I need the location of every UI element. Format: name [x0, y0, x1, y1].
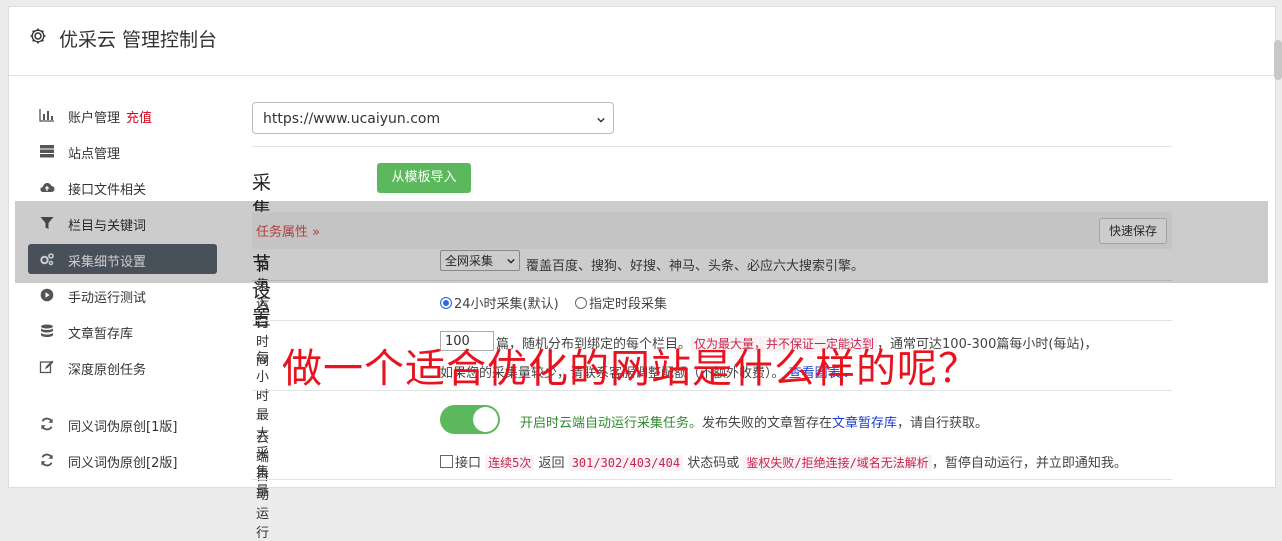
- gear-icon: [30, 28, 46, 44]
- code-auth: 鉴权失败/拒绝连接/域名无法解析: [743, 455, 932, 471]
- sidebar-item-label: 同义词伪原创[2版]: [68, 456, 178, 471]
- database-icon: [41, 324, 53, 337]
- sidebar-item-label: 手动运行测试: [68, 291, 147, 306]
- sidebar-item-label: 同义词伪原创[1版]: [68, 420, 178, 435]
- page-title: 优采云 管理控制台: [59, 29, 218, 51]
- sidebar-item-sites[interactable]: 站点管理: [28, 136, 217, 166]
- cloud-run-label: 云端自动运行: [256, 431, 270, 541]
- sidebar-item-label: 文章暂存库: [68, 327, 134, 342]
- header: 优采云 管理控制台: [9, 7, 1275, 76]
- cloud-run-status: 开启时云端自动运行采集任务。: [520, 416, 703, 431]
- refresh-icon: [41, 417, 53, 431]
- chevron-down-icon: [597, 117, 605, 123]
- sidebar-item-interface[interactable]: 接口文件相关: [28, 172, 217, 202]
- sidebar-item-label: 接口文件相关: [68, 183, 147, 198]
- play-circle-icon: [40, 288, 54, 302]
- run-time-24h-radio[interactable]: [440, 297, 452, 309]
- check-post: ，暂停自动运行，并立即通知我。: [931, 456, 1127, 471]
- bar-chart-icon: [39, 109, 54, 122]
- run-time-options: 24小时采集(默认) 指定时段采集: [440, 293, 667, 312]
- cloud-run-desc-pre: 发布失败的文章暂存在: [702, 416, 833, 431]
- draft-store-link[interactable]: 文章暂存库: [832, 416, 897, 431]
- cloud-run-toggle[interactable]: [440, 405, 500, 434]
- code-status: 301/302/403/404: [568, 455, 684, 471]
- sidebar-item-synonym-v1[interactable]: 同义词伪原创[1版]: [28, 409, 217, 439]
- run-time-custom-radio[interactable]: [574, 297, 587, 309]
- pause-on-error-option: 接口 连续5次 返回 301/302/403/404 状态码或 鉴权失败/拒绝连…: [440, 452, 1127, 471]
- pause-on-error-checkbox[interactable]: [440, 455, 453, 468]
- sidebar-item-draft-store[interactable]: 文章暂存库: [28, 316, 217, 346]
- sidebar-item-deep-original[interactable]: 深度原创任务: [28, 352, 217, 382]
- sidebar-item-label: 深度原创任务: [68, 363, 147, 378]
- server-icon: [40, 145, 54, 158]
- divider: [252, 479, 1172, 480]
- import-template-button[interactable]: 从模板导入: [377, 163, 471, 193]
- refresh-icon: [41, 453, 53, 467]
- site-select-value: https://www.ucaiyun.com: [263, 111, 441, 127]
- cloud-run-desc-post: ，请自行获取。: [897, 416, 989, 431]
- sidebar-item-manual-run[interactable]: 手动运行测试: [28, 280, 217, 310]
- sidebar-item-label: 账户管理: [68, 111, 121, 126]
- sidebar-item-synonym-v2[interactable]: 同义词伪原创[2版]: [28, 445, 217, 475]
- sidebar-item-account[interactable]: 账户管理 充值: [28, 100, 217, 130]
- cloud-run-desc: 开启时云端自动运行采集任务。发布失败的文章暂存在文章暂存库，请自行获取。: [520, 412, 988, 431]
- recharge-link[interactable]: 充值: [126, 111, 152, 126]
- edit-icon: [39, 360, 54, 374]
- site-select[interactable]: https://www.ucaiyun.com: [252, 102, 614, 134]
- divider: [252, 320, 1172, 321]
- run-time-custom-label: 指定时段采集: [588, 297, 667, 312]
- sidebar-item-label: 站点管理: [68, 147, 121, 162]
- cloud-upload-icon: [40, 183, 55, 193]
- scrollbar[interactable]: [1274, 40, 1282, 80]
- check-pre: 接口: [455, 456, 482, 471]
- check-mid2: 状态码或: [687, 456, 740, 471]
- code-consecutive: 连续5次: [485, 455, 535, 471]
- run-time-24h-label: 24小时采集(默认): [454, 297, 559, 312]
- dim-overlay: [15, 201, 1268, 283]
- toggle-knob: [473, 407, 498, 432]
- check-mid1: 返回: [538, 456, 565, 471]
- divider: [252, 146, 1172, 147]
- watermark-text: 做一个适合优化的网站是什么样的呢？: [282, 346, 979, 392]
